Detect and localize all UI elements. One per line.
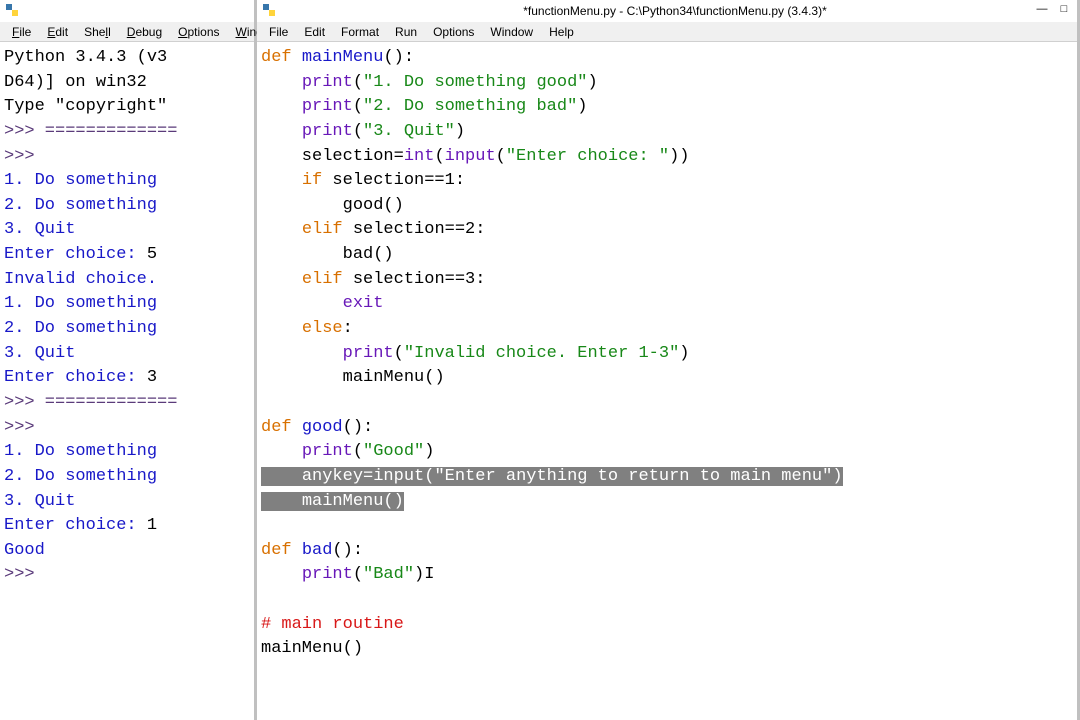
shell-enter-b: Enter choice: xyxy=(4,368,147,387)
shell-out-3a: 3. Quit xyxy=(4,220,75,239)
anykey-pre: anykey= xyxy=(302,467,373,486)
kw-def: def xyxy=(261,418,292,437)
shell-header1: Python 3.4.3 (v3 xyxy=(4,48,167,67)
str2: "2. Do something bad" xyxy=(363,97,577,116)
editor-menu-window[interactable]: Window xyxy=(482,23,541,41)
fn-mainMenu: mainMenu xyxy=(302,48,384,67)
shell-out-1b: 1. Do something xyxy=(4,294,157,313)
shell-enter-c: Enter choice: xyxy=(4,516,147,535)
input: input xyxy=(373,467,424,486)
comment-main: # main routine xyxy=(261,615,404,634)
shell-sep1: >>> ============= xyxy=(4,122,177,141)
str-anykey: "Enter anything to return to main menu" xyxy=(434,467,832,486)
python-icon xyxy=(261,2,277,21)
str3: "3. Quit" xyxy=(363,122,455,141)
print: print xyxy=(302,97,353,116)
str-good: "Good" xyxy=(363,442,424,461)
shell-out-1c: 1. Do something xyxy=(4,442,157,461)
shell-header2: D64)] on win32 xyxy=(4,73,147,92)
shell-menu-edit[interactable]: Edit xyxy=(39,23,76,41)
shell-out-2c: 2. Do something xyxy=(4,467,157,486)
shell-prompt2: >>> xyxy=(4,418,45,437)
shell-sep2: >>> ============= xyxy=(4,393,177,412)
str-invalid: "Invalid choice. Enter 1-3" xyxy=(404,344,679,363)
print: print xyxy=(343,344,394,363)
shell-out-2b: 2. Do something xyxy=(4,319,157,338)
kw-elif: elif xyxy=(302,220,343,239)
shell-out-2a: 2. Do something xyxy=(4,196,157,215)
shell-menu-shell[interactable]: Shell xyxy=(76,23,119,41)
sel3: selection==3: xyxy=(343,270,486,289)
shell-enter-b-val: 3 xyxy=(147,368,157,387)
shell-menubar: File Edit Shell Debug Options Window xyxy=(0,22,254,42)
print: print xyxy=(302,442,353,461)
editor-menu-edit[interactable]: Edit xyxy=(296,23,333,41)
shell-titlebar xyxy=(0,0,254,22)
mainMenu-call3: mainMenu() xyxy=(261,639,363,658)
mainMenu-call2: mainMenu() xyxy=(302,492,404,511)
int: int xyxy=(404,147,435,166)
shell-menu-options[interactable]: Options xyxy=(170,23,227,41)
sel1: selection==1: xyxy=(322,171,465,190)
str-bad: "Bad" xyxy=(363,565,414,584)
kw-def: def xyxy=(261,48,292,67)
minimize-button[interactable]: — xyxy=(1033,2,1051,16)
input: input xyxy=(445,147,496,166)
shell-out-1a: 1. Do something xyxy=(4,171,157,190)
kw-if: if xyxy=(302,171,322,190)
fn-bad: bad xyxy=(302,541,333,560)
sel-assign: selection= xyxy=(261,147,404,166)
editor-menu-run[interactable]: Run xyxy=(387,23,425,41)
shell-menu-debug[interactable]: Debug xyxy=(119,23,170,41)
bad-call: bad() xyxy=(343,245,394,264)
shell-prompt1: >>> xyxy=(4,147,45,166)
editor-title: *functionMenu.py - C:\Python34\functionM… xyxy=(277,4,1073,18)
editor-content[interactable]: def mainMenu(): print("1. Do something g… xyxy=(257,42,1077,720)
selected-text: anykey=input("Enter anything to return t… xyxy=(261,467,843,511)
kw-else: else xyxy=(302,319,343,338)
python-icon xyxy=(4,2,20,21)
str1: "1. Do something good" xyxy=(363,73,587,92)
editor-menu-help[interactable]: Help xyxy=(541,23,582,41)
print: print xyxy=(302,122,353,141)
sel2: selection==2: xyxy=(343,220,486,239)
shell-out-3c: 3. Quit xyxy=(4,492,75,511)
print: print xyxy=(302,565,353,584)
shell-enter-c-val: 1 xyxy=(147,516,157,535)
editor-menu-file[interactable]: File xyxy=(261,23,296,41)
str-enter: "Enter choice: " xyxy=(506,147,669,166)
shell-enter-a-val: 5 xyxy=(147,245,157,264)
shell-prompt3: >>> xyxy=(4,565,45,584)
editor-menu-options[interactable]: Options xyxy=(425,23,482,41)
shell-out-3b: 3. Quit xyxy=(4,344,75,363)
editor-menu-format[interactable]: Format xyxy=(333,23,387,41)
shell-menu-file[interactable]: File xyxy=(4,23,39,41)
maximize-button[interactable]: □ xyxy=(1055,2,1073,16)
good-call: good() xyxy=(343,196,404,215)
kw-def: def xyxy=(261,541,292,560)
exit: exit xyxy=(343,294,384,313)
shell-good: Good xyxy=(4,541,45,560)
editor-titlebar: *functionMenu.py - C:\Python34\functionM… xyxy=(257,0,1077,22)
shell-header3: Type "copyright" xyxy=(4,97,167,116)
mainMenu-call: mainMenu() xyxy=(343,368,445,387)
editor-menubar: File Edit Format Run Options Window Help xyxy=(257,22,1077,42)
print: print xyxy=(302,73,353,92)
shell-content[interactable]: Python 3.4.3 (v3 D64)] on win32 Type "co… xyxy=(0,42,254,720)
shell-invalid: Invalid choice. xyxy=(4,270,157,289)
fn-good: good xyxy=(302,418,343,437)
kw-elif: elif xyxy=(302,270,343,289)
shell-enter-a: Enter choice: xyxy=(4,245,147,264)
text-cursor: I xyxy=(424,565,434,584)
